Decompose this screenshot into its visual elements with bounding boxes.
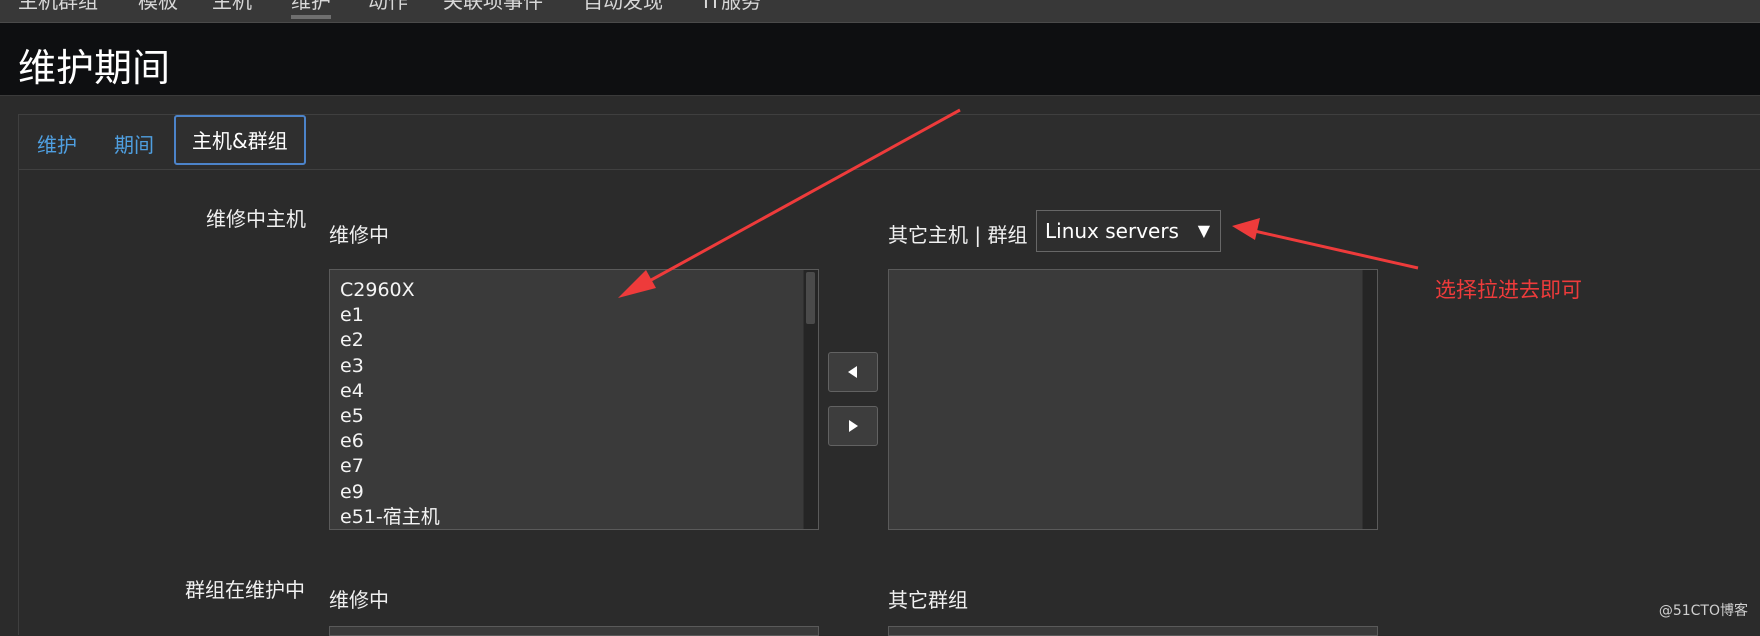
triangle-down-icon: ▼ bbox=[1197, 221, 1210, 240]
list-item[interactable]: e51-宿主机 bbox=[340, 505, 818, 529]
nav-item-event-correlation[interactable]: 关联项事件 bbox=[443, 0, 543, 16]
list-item[interactable]: e3 bbox=[340, 354, 818, 379]
nav-item-maintenance[interactable]: 维护 bbox=[291, 0, 331, 19]
move-left-button[interactable] bbox=[828, 352, 878, 392]
page-title: 维护期间 bbox=[18, 46, 171, 90]
in-maintenance-hosts-list[interactable]: C2960X e1 e2 e3 e4 e5 e6 e7 e9 e51-宿主机 bbox=[329, 269, 819, 530]
other-hosts-groups-label: 其它主机 | 群组 bbox=[888, 223, 1028, 247]
other-groups-list[interactable] bbox=[888, 626, 1378, 636]
host-group-select[interactable]: Linux servers ▼ bbox=[1036, 210, 1221, 252]
top-nav: 主机群组 模板 主机 维护 动作 关联项事件 自动发现 IT服务 bbox=[0, 0, 1760, 23]
tab-maintenance[interactable]: 维护 bbox=[37, 129, 77, 158]
tab-periods[interactable]: 期间 bbox=[114, 129, 154, 158]
tab-bar: 维护 期间 主机&群组 bbox=[19, 115, 1760, 170]
list-item[interactable]: C2960X bbox=[340, 278, 818, 303]
other-hosts-list[interactable] bbox=[888, 269, 1378, 530]
list-item[interactable]: e2 bbox=[340, 328, 818, 353]
hosts-in-maintenance-label: 维修中主机 bbox=[206, 207, 306, 231]
nav-item-templates[interactable]: 模板 bbox=[138, 0, 178, 16]
in-maintenance-groups-list[interactable] bbox=[329, 626, 819, 636]
move-right-button[interactable] bbox=[828, 406, 878, 446]
nav-item-discovery[interactable]: 自动发现 bbox=[583, 0, 663, 16]
groups-in-maintenance-label: 群组在维护中 bbox=[185, 578, 305, 602]
watermark: @51CTO博客 bbox=[1658, 603, 1748, 619]
tab-hosts-groups[interactable]: 主机&群组 bbox=[174, 115, 306, 165]
scroll-thumb[interactable] bbox=[806, 272, 815, 324]
list-item[interactable]: e5 bbox=[340, 404, 818, 429]
page-header: 维护期间 bbox=[0, 23, 1760, 96]
nav-item-it-services[interactable]: IT服务 bbox=[703, 0, 761, 16]
annotation-text: 选择拉进去即可 bbox=[1435, 278, 1582, 302]
host-group-select-value: Linux servers bbox=[1045, 219, 1179, 243]
nav-item-actions[interactable]: 动作 bbox=[368, 0, 408, 16]
list-scrollbar[interactable] bbox=[1362, 270, 1377, 529]
nav-item-hosts[interactable]: 主机 bbox=[212, 0, 252, 16]
other-groups-label: 其它群组 bbox=[888, 588, 968, 612]
in-maintenance-groups-label: 维修中 bbox=[329, 588, 389, 612]
list-item[interactable]: e4 bbox=[340, 379, 818, 404]
in-maintenance-hosts-label: 维修中 bbox=[329, 223, 389, 247]
list-item[interactable]: e6 bbox=[340, 429, 818, 454]
triangle-right-icon bbox=[849, 420, 858, 432]
list-scrollbar[interactable] bbox=[803, 270, 818, 529]
list-item[interactable]: e1 bbox=[340, 303, 818, 328]
triangle-left-icon bbox=[848, 366, 857, 378]
nav-item-host-groups[interactable]: 主机群组 bbox=[18, 0, 98, 16]
list-item[interactable]: e9 bbox=[340, 480, 818, 505]
list-item[interactable]: e7 bbox=[340, 454, 818, 479]
